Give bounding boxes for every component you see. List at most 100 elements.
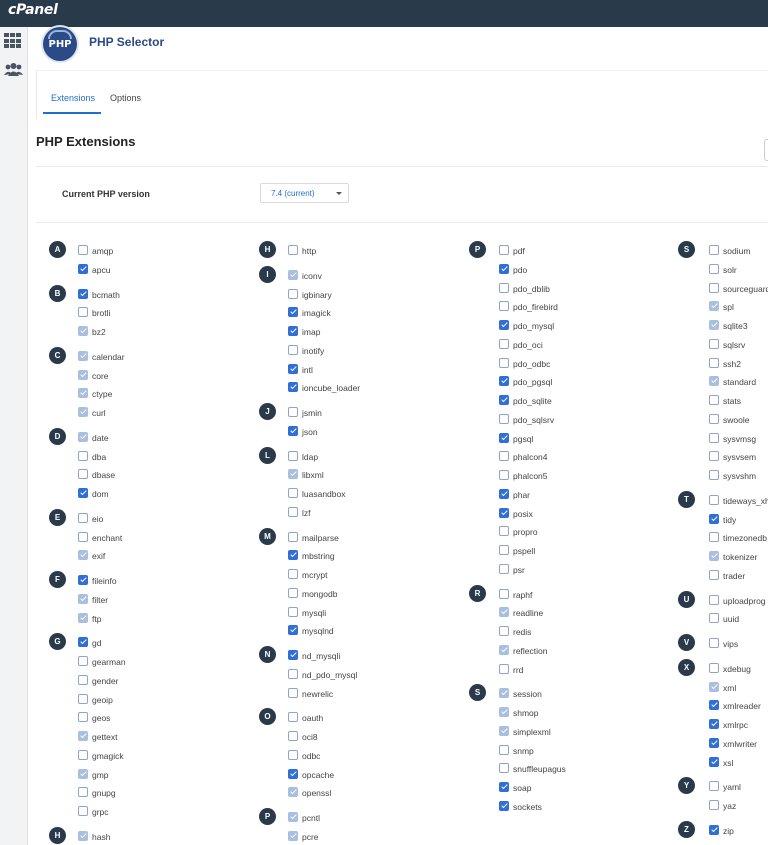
checkbox[interactable] — [709, 800, 719, 810]
checkbox[interactable] — [499, 432, 509, 443]
checkbox[interactable] — [288, 363, 298, 374]
checkbox[interactable] — [709, 413, 719, 424]
checkbox[interactable] — [709, 338, 719, 349]
checkbox[interactable] — [78, 288, 88, 299]
checkbox[interactable] — [288, 668, 298, 679]
checkbox[interactable] — [78, 674, 88, 685]
checkbox[interactable] — [288, 550, 298, 561]
tab-options[interactable]: Options — [110, 93, 141, 103]
checkbox[interactable] — [78, 245, 88, 255]
checkbox[interactable] — [499, 451, 509, 462]
checkbox[interactable] — [709, 824, 719, 835]
checkbox[interactable] — [288, 326, 298, 336]
checkbox[interactable] — [499, 800, 509, 811]
checkbox[interactable] — [499, 545, 509, 555]
checkbox[interactable] — [499, 320, 509, 330]
checkbox[interactable] — [78, 787, 88, 798]
checkbox[interactable] — [78, 469, 88, 480]
checkbox[interactable] — [288, 506, 298, 517]
checkbox[interactable] — [709, 263, 719, 274]
checkbox[interactable] — [709, 357, 719, 368]
checkbox[interactable] — [709, 594, 719, 605]
checkbox[interactable] — [499, 782, 509, 792]
checkbox[interactable] — [288, 531, 298, 542]
checkbox[interactable] — [709, 737, 719, 748]
checkbox[interactable] — [709, 700, 719, 711]
checkbox[interactable] — [288, 749, 298, 760]
checkbox[interactable] — [78, 712, 88, 723]
checkbox[interactable] — [78, 656, 88, 666]
checkbox[interactable] — [709, 756, 719, 767]
checkbox[interactable] — [499, 413, 509, 424]
checkbox[interactable] — [709, 719, 719, 729]
checkbox[interactable] — [288, 344, 298, 355]
checkbox[interactable] — [78, 531, 88, 542]
checkbox[interactable] — [288, 425, 298, 436]
cpanel-logo[interactable]: cPanel — [8, 2, 58, 18]
checkbox[interactable] — [78, 488, 88, 498]
checkbox[interactable] — [499, 376, 509, 387]
apps-grid-icon[interactable] — [4, 33, 23, 49]
checkbox[interactable] — [709, 662, 719, 673]
checkbox[interactable] — [288, 587, 298, 598]
checkbox[interactable] — [78, 749, 88, 760]
checkbox[interactable] — [709, 781, 719, 792]
checkbox[interactable] — [288, 288, 298, 299]
checkbox[interactable] — [499, 282, 509, 293]
checkbox[interactable] — [709, 513, 719, 524]
checkbox[interactable] — [78, 806, 88, 816]
checkbox[interactable] — [288, 731, 298, 741]
checkbox[interactable] — [499, 563, 509, 574]
checkbox[interactable] — [78, 512, 88, 523]
checkbox[interactable] — [499, 763, 509, 774]
checkbox[interactable] — [709, 432, 719, 443]
checkbox[interactable] — [499, 338, 509, 349]
checkbox[interactable] — [499, 588, 509, 599]
users-icon[interactable] — [4, 62, 23, 78]
checkbox[interactable] — [78, 693, 88, 704]
checkbox[interactable] — [288, 687, 298, 698]
checkbox[interactable] — [499, 507, 509, 518]
checkbox[interactable] — [288, 245, 298, 255]
checkbox[interactable] — [288, 450, 298, 461]
checkbox[interactable] — [78, 637, 88, 648]
checkbox[interactable] — [499, 263, 509, 274]
checkbox[interactable] — [709, 638, 719, 648]
checkbox[interactable] — [709, 245, 719, 255]
checkbox[interactable] — [499, 488, 509, 499]
checkbox[interactable] — [288, 712, 298, 723]
checkbox[interactable] — [709, 470, 719, 480]
checkbox[interactable] — [288, 650, 298, 660]
checkbox[interactable] — [78, 575, 88, 585]
checkbox[interactable] — [288, 488, 298, 498]
checkbox[interactable] — [709, 494, 719, 505]
checkbox[interactable] — [78, 263, 88, 274]
cut-off-button[interactable] — [764, 139, 768, 161]
checkbox[interactable] — [499, 626, 509, 636]
checkbox[interactable] — [78, 307, 88, 318]
checkbox[interactable] — [709, 395, 719, 405]
checkbox[interactable] — [709, 451, 719, 462]
checkbox[interactable] — [499, 357, 509, 368]
checkbox[interactable] — [709, 532, 719, 543]
checkbox[interactable] — [499, 526, 509, 537]
tab-extensions[interactable]: Extensions — [51, 93, 95, 103]
checkbox[interactable] — [499, 744, 509, 755]
checkbox[interactable] — [499, 470, 509, 480]
checkbox[interactable] — [288, 382, 298, 393]
checkbox[interactable] — [499, 395, 509, 405]
checkbox[interactable] — [288, 307, 298, 318]
checkbox[interactable] — [499, 301, 509, 312]
checkbox[interactable] — [288, 606, 298, 617]
checkbox[interactable] — [499, 245, 509, 255]
checkbox[interactable] — [709, 613, 719, 624]
checkbox[interactable] — [288, 407, 298, 417]
checkbox[interactable] — [288, 768, 298, 779]
checkbox[interactable] — [709, 569, 719, 580]
checkbox[interactable] — [709, 282, 719, 293]
checkbox[interactable] — [499, 663, 509, 674]
checkbox[interactable] — [288, 569, 298, 579]
php-version-select[interactable]: 7.4 (current) — [260, 183, 349, 203]
checkbox[interactable] — [288, 625, 298, 636]
checkbox[interactable] — [78, 450, 88, 461]
